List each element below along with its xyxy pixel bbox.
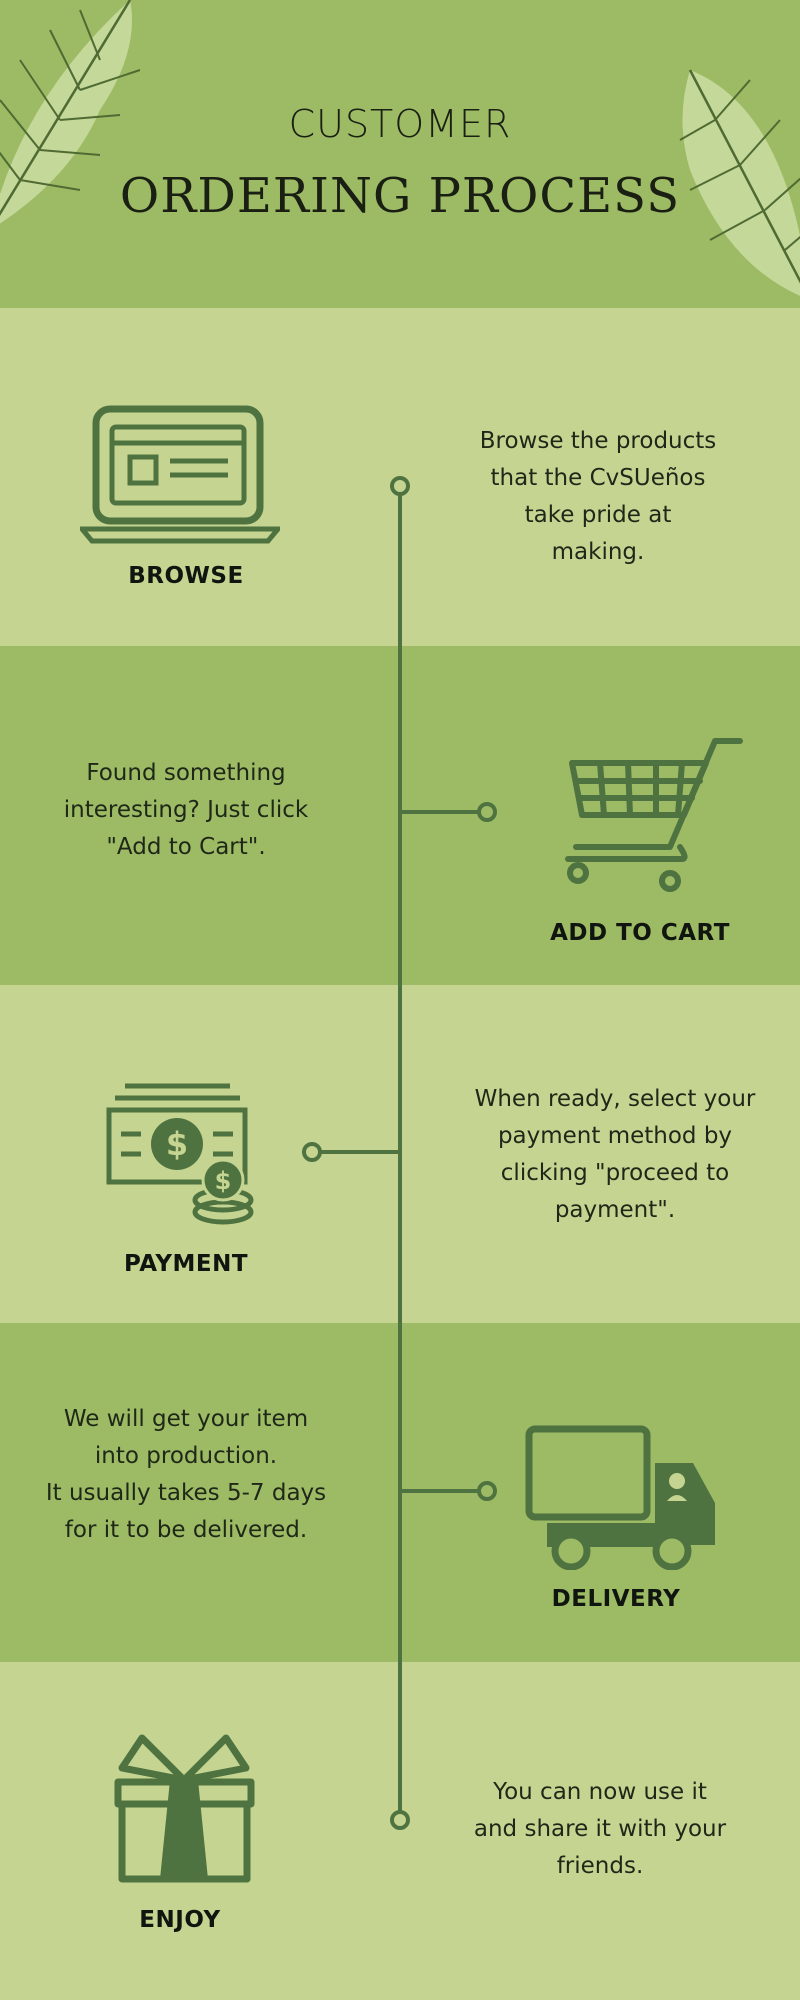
title-customer: CUSTOMER [288, 102, 512, 146]
step-label-add-to-cart: ADD TO CART [550, 920, 730, 946]
step-desc-browse: Browse the products that the CvSUeños ta… [479, 428, 717, 565]
step-label-payment: PAYMENT [123, 1251, 249, 1277]
gift-icon [114, 1734, 255, 1883]
header-banner: CUSTOMER ORDERING PROCESS [0, 0, 800, 308]
step-desc-delivery: We will get your item into production. I… [45, 1406, 327, 1543]
svg-text:$: $ [166, 1125, 188, 1163]
money-icon: $ $ [106, 1083, 254, 1225]
step-desc-enjoy: You can now use it and share it with you… [473, 1779, 727, 1879]
step-label-browse: BROWSE [128, 563, 244, 589]
step-label-enjoy: ENJOY [139, 1907, 221, 1933]
laptop-icon [80, 405, 280, 544]
shopping-cart-icon [565, 738, 743, 892]
step-desc-add-to-cart: Found something interesting? Just click … [63, 760, 309, 860]
truck-icon [525, 1425, 715, 1570]
title-ordering-process: ORDERING PROCESS [119, 168, 681, 224]
svg-text:$: $ [215, 1167, 232, 1195]
step-label-delivery: DELIVERY [551, 1586, 681, 1612]
step-desc-payment: When ready, select your payment method b… [474, 1086, 756, 1223]
infographic-page: CUSTOMER ORDERING PROCESS BROWSE Browse … [0, 0, 800, 2000]
